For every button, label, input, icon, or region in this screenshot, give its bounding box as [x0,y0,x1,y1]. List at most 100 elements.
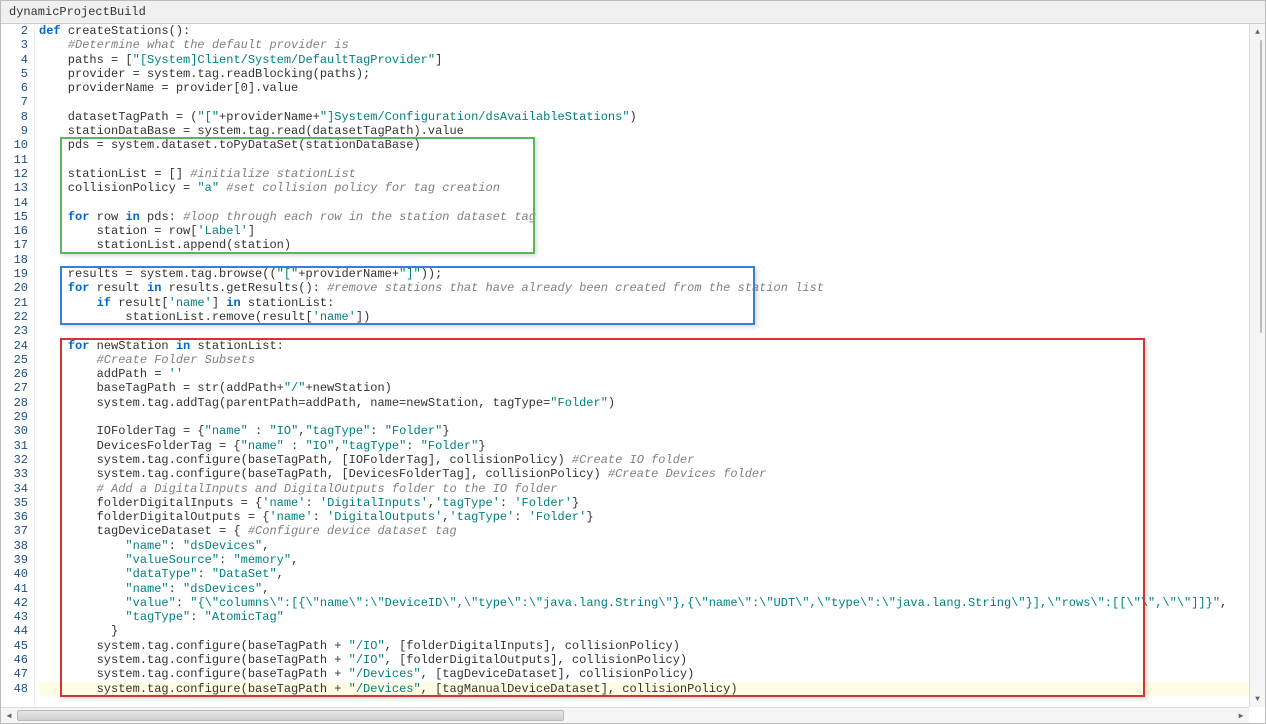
line-number: 45 [11,639,28,653]
code-line[interactable]: def createStations(): [39,24,1265,38]
code-line[interactable]: provider = system.tag.readBlocking(paths… [39,67,1265,81]
code-line[interactable]: "dataType": "DataSet", [39,567,1265,581]
line-number: 12 [11,167,28,181]
code-line[interactable]: for newStation in stationList: [39,339,1265,353]
line-number: 44 [11,624,28,638]
line-number: 24 [11,339,28,353]
code-line[interactable]: system.tag.configure(baseTagPath + "/Dev… [39,667,1265,681]
code-line[interactable]: tagDeviceDataset = { #Configure device d… [39,524,1265,538]
code-line[interactable]: "name": "dsDevices", [39,539,1265,553]
code-line[interactable]: addPath = '' [39,367,1265,381]
line-number-gutter: 2345678910111213141516171819202122232425… [1,24,35,723]
code-line[interactable]: pds = system.dataset.toPyDataSet(station… [39,138,1265,152]
code-line[interactable]: #Determine what the default provider is [39,38,1265,52]
line-number: 27 [11,381,28,395]
line-number: 37 [11,524,28,538]
code-line[interactable]: results = system.tag.browse(("["+provide… [39,267,1265,281]
hscroll-track[interactable] [17,708,1233,723]
code-line[interactable]: system.tag.configure(baseTagPath, [Devic… [39,467,1265,481]
code-line[interactable]: system.tag.configure(baseTagPath + "/IO"… [39,639,1265,653]
scroll-up-arrow-icon[interactable]: ▲ [1250,24,1266,40]
code-line[interactable]: baseTagPath = str(addPath+"/"+newStation… [39,381,1265,395]
line-number: 31 [11,439,28,453]
code-line[interactable]: folderDigitalInputs = {'name': 'DigitalI… [39,496,1265,510]
line-number: 4 [11,53,28,67]
line-number: 28 [11,396,28,410]
code-line[interactable]: station = row['Label'] [39,224,1265,238]
code-line[interactable] [39,153,1265,167]
horizontal-scrollbar[interactable]: ◀ ▶ [1,707,1249,723]
line-number: 8 [11,110,28,124]
scroll-down-arrow-icon[interactable]: ▼ [1250,691,1266,707]
code-line[interactable]: for row in pds: #loop through each row i… [39,210,1265,224]
code-area[interactable]: def createStations(): #Determine what th… [35,24,1265,723]
editor-wrap: 2345678910111213141516171819202122232425… [1,24,1265,723]
line-number: 18 [11,253,28,267]
code-line[interactable]: stationDataBase = system.tag.read(datase… [39,124,1265,138]
code-line[interactable]: IOFolderTag = {"name" : "IO","tagType": … [39,424,1265,438]
line-number: 3 [11,38,28,52]
line-number: 41 [11,582,28,596]
line-number: 43 [11,610,28,624]
code-line[interactable]: "value": "{\"columns\":[{\"name\":\"Devi… [39,596,1265,610]
code-line[interactable]: stationList = [] #initialize stationList [39,167,1265,181]
code-line[interactable]: for result in results.getResults(): #rem… [39,281,1265,295]
code-line[interactable] [39,410,1265,424]
scroll-left-arrow-icon[interactable]: ◀ [1,708,17,724]
line-number: 17 [11,238,28,252]
code-line[interactable]: DevicesFolderTag = {"name" : "IO","tagTy… [39,439,1265,453]
title-bar: dynamicProjectBuild [1,1,1265,24]
code-line[interactable]: stationList.append(station) [39,238,1265,252]
code-line[interactable]: system.tag.configure(baseTagPath + "/Dev… [39,682,1265,696]
line-number: 11 [11,153,28,167]
line-number: 9 [11,124,28,138]
code-line[interactable]: stationList.remove(result['name']) [39,310,1265,324]
code-line[interactable]: "valueSource": "memory", [39,553,1265,567]
line-number: 7 [11,95,28,109]
code-line[interactable]: providerName = provider[0].value [39,81,1265,95]
vscroll-thumb[interactable] [1260,40,1262,333]
line-number: 47 [11,667,28,681]
vertical-scrollbar[interactable]: ▲ ▼ [1249,24,1265,707]
code-line[interactable]: paths = ["[System]Client/System/DefaultT… [39,53,1265,67]
line-number: 16 [11,224,28,238]
code-line[interactable] [39,95,1265,109]
editor-window: dynamicProjectBuild 23456789101112131415… [0,0,1266,724]
code-line[interactable]: datasetTagPath = ("["+providerName+"]Sys… [39,110,1265,124]
code-line[interactable]: "tagType": "AtomicTag" [39,610,1265,624]
line-number: 32 [11,453,28,467]
line-number: 29 [11,410,28,424]
code-line[interactable] [39,196,1265,210]
line-number: 13 [11,181,28,195]
line-number: 48 [11,682,28,696]
line-number: 36 [11,510,28,524]
code-line[interactable]: system.tag.addTag(parentPath=addPath, na… [39,396,1265,410]
line-number: 39 [11,553,28,567]
code-line[interactable]: system.tag.configure(baseTagPath, [IOFol… [39,453,1265,467]
code-editor[interactable]: 2345678910111213141516171819202122232425… [1,24,1265,723]
line-number: 25 [11,353,28,367]
line-number: 38 [11,539,28,553]
code-line[interactable] [39,324,1265,338]
code-line[interactable]: if result['name'] in stationList: [39,296,1265,310]
code-line[interactable] [39,253,1265,267]
code-line[interactable]: #Create Folder Subsets [39,353,1265,367]
code-line[interactable]: collisionPolicy = "a" #set collision pol… [39,181,1265,195]
line-number: 22 [11,310,28,324]
code-line[interactable]: } [39,624,1265,638]
hscroll-thumb[interactable] [17,710,564,721]
code-line[interactable]: "name": "dsDevices", [39,582,1265,596]
line-number: 15 [11,210,28,224]
line-number: 5 [11,67,28,81]
code-line[interactable]: system.tag.configure(baseTagPath + "/IO"… [39,653,1265,667]
scroll-right-arrow-icon[interactable]: ▶ [1233,708,1249,724]
line-number: 21 [11,296,28,310]
line-number: 33 [11,467,28,481]
line-number: 42 [11,596,28,610]
code-line[interactable]: # Add a DigitalInputs and DigitalOutputs… [39,482,1265,496]
line-number: 46 [11,653,28,667]
line-number: 6 [11,81,28,95]
code-line[interactable]: folderDigitalOutputs = {'name': 'Digital… [39,510,1265,524]
line-number: 35 [11,496,28,510]
script-title: dynamicProjectBuild [9,5,146,19]
